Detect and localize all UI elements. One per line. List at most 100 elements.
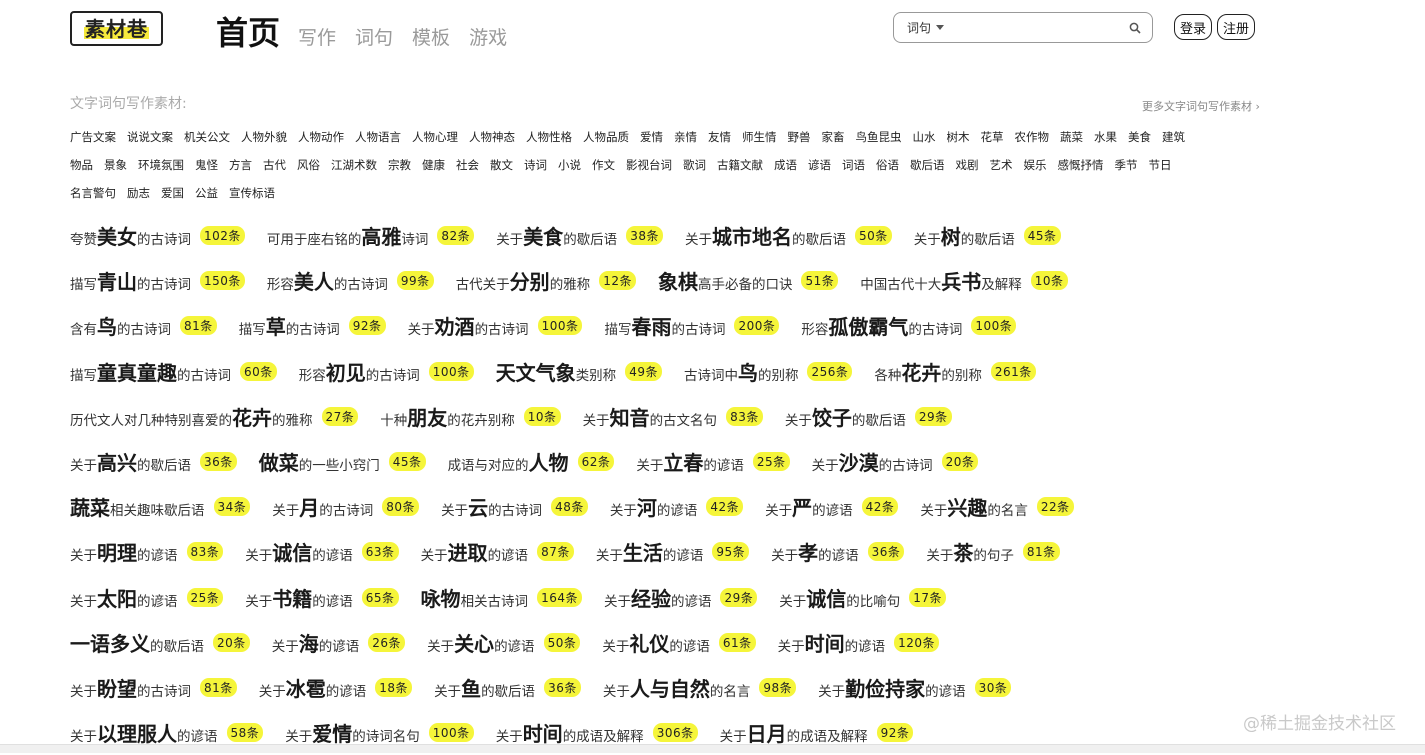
category-tag[interactable]: 节日 [1149, 157, 1172, 173]
category-tag[interactable]: 野兽 [788, 129, 811, 145]
topic-link[interactable]: 古代关于分别的雅称 12条 [456, 266, 636, 295]
topic-link[interactable]: 关于人与自然的名言 98条 [603, 673, 797, 702]
topic-link[interactable]: 描写草的古诗词 92条 [239, 311, 386, 340]
topic-link[interactable]: 关于勤俭持家的谚语 30条 [818, 673, 1012, 702]
topic-link[interactable]: 关于爱情的诗词名句 100条 [285, 718, 474, 747]
category-tag[interactable]: 机关公文 [184, 129, 230, 145]
topic-link[interactable]: 各种花卉的别称 261条 [874, 357, 1036, 386]
category-tag[interactable]: 成语 [774, 157, 797, 173]
category-tag[interactable]: 物品 [70, 157, 93, 173]
category-tag[interactable]: 山水 [913, 129, 936, 145]
topic-link[interactable]: 关于河的谚语 42条 [610, 492, 744, 521]
topic-link[interactable]: 历代文人对几种特别喜爱的花卉的雅称 27条 [70, 402, 359, 431]
topic-link[interactable]: 中国古代十大兵书及解释 10条 [860, 266, 1068, 295]
topic-link[interactable]: 关于礼仪的谚语 61条 [602, 628, 756, 657]
site-logo[interactable]: 素材巷 [70, 11, 163, 46]
category-tag[interactable]: 美食 [1128, 129, 1151, 145]
category-tag[interactable]: 蔬菜 [1060, 129, 1083, 145]
category-tag[interactable]: 环境氛围 [138, 157, 184, 173]
topic-link[interactable]: 关于经验的谚语 29条 [604, 583, 758, 612]
register-button[interactable]: 注册 [1217, 14, 1255, 40]
topic-link[interactable]: 描写青山的古诗词 150条 [70, 266, 245, 295]
category-tag[interactable]: 人物动作 [298, 129, 344, 145]
category-tag[interactable]: 艺术 [990, 157, 1013, 173]
search-input[interactable] [957, 14, 1124, 41]
category-tag[interactable]: 宣传标语 [229, 185, 275, 201]
topic-link[interactable]: 象棋高手必备的口诀 51条 [658, 266, 839, 295]
category-tag[interactable]: 娱乐 [1024, 157, 1047, 173]
topic-link[interactable]: 关于书籍的谚语 65条 [245, 583, 399, 612]
category-tag[interactable]: 词语 [842, 157, 865, 173]
topic-link[interactable]: 关于月的古诗词 80条 [272, 492, 420, 521]
topic-link[interactable]: 关于进取的谚语 87条 [421, 537, 574, 566]
category-tag[interactable]: 作文 [592, 157, 615, 173]
category-tag[interactable]: 鬼怪 [195, 157, 218, 173]
topic-link[interactable]: 形容美人的古诗词 99条 [267, 266, 434, 295]
topic-link[interactable]: 夸赞美女的古诗词 102条 [70, 221, 245, 250]
nav-writing[interactable]: 写作 [298, 23, 336, 50]
category-tag[interactable]: 亲情 [674, 129, 697, 145]
topic-link[interactable]: 关于高兴的歇后语 36条 [70, 447, 237, 476]
topic-link[interactable]: 关于劝酒的古诗词 100条 [408, 311, 583, 340]
category-tag[interactable]: 人物性格 [526, 129, 572, 145]
category-tag[interactable]: 景象 [104, 157, 127, 173]
topic-link[interactable]: 关于严的谚语 42条 [765, 492, 899, 521]
topic-link[interactable]: 关于明理的谚语 83条 [70, 537, 224, 566]
category-tag[interactable]: 名言警句 [70, 185, 116, 201]
topic-link[interactable]: 描写春雨的古诗词 200条 [604, 311, 780, 340]
nav-templates[interactable]: 模板 [412, 23, 450, 50]
topic-link[interactable]: 十种朋友的花卉别称 10条 [380, 402, 561, 431]
topic-link[interactable]: 关于孝的谚语 36条 [771, 537, 905, 566]
topic-link[interactable]: 关于时间的谚语 120条 [778, 628, 940, 657]
topic-link[interactable]: 关于冰雹的谚语 18条 [259, 673, 413, 702]
topic-link[interactable]: 关于日月的成语及解释 92条 [720, 718, 914, 747]
category-tag[interactable]: 爱国 [161, 185, 184, 201]
topic-link[interactable]: 关于生活的谚语 95条 [596, 537, 750, 566]
category-tag[interactable]: 感慨抒情 [1058, 157, 1104, 173]
category-tag[interactable]: 说说文案 [127, 129, 173, 145]
category-tag[interactable]: 小说 [558, 157, 581, 173]
topic-link[interactable]: 古诗词中鸟的别称 256条 [684, 357, 853, 386]
category-tag[interactable]: 影视台词 [626, 157, 672, 173]
category-tag[interactable]: 江湖术数 [331, 157, 377, 173]
category-tag[interactable]: 水果 [1094, 129, 1117, 145]
topic-link[interactable]: 一语多义的歇后语 20条 [70, 628, 250, 657]
topic-link[interactable]: 关于海的谚语 26条 [272, 628, 406, 657]
topic-link[interactable]: 关于时间的成语及解释 306条 [496, 718, 698, 747]
category-tag[interactable]: 人物外貌 [241, 129, 287, 145]
topic-link[interactable]: 关于以理服人的谚语 58条 [70, 718, 264, 747]
category-tag[interactable]: 戏剧 [956, 157, 979, 173]
search-icon[interactable] [1124, 17, 1146, 39]
category-tag[interactable]: 歇后语 [910, 157, 945, 173]
category-tag[interactable]: 广告文案 [70, 129, 116, 145]
category-tag[interactable]: 家畜 [822, 129, 845, 145]
category-tag[interactable]: 公益 [195, 185, 218, 201]
more-materials-link[interactable]: 更多文字词句写作素材 › [1142, 98, 1260, 114]
topic-link[interactable]: 关于茶的句子 81条 [926, 537, 1060, 566]
nav-games[interactable]: 游戏 [469, 23, 507, 50]
topic-link[interactable]: 关于关心的谚语 50条 [427, 628, 581, 657]
category-tag[interactable]: 谚语 [808, 157, 831, 173]
category-tag[interactable]: 散文 [490, 157, 513, 173]
topic-link[interactable]: 关于诚信的比喻句 17条 [779, 583, 947, 612]
category-tag[interactable]: 鸟鱼昆虫 [856, 129, 902, 145]
topic-link[interactable]: 关于立春的谚语 25条 [636, 447, 790, 476]
category-tag[interactable]: 人物神态 [469, 129, 515, 145]
topic-link[interactable]: 形容孤傲霸气的古诗词 100条 [801, 311, 1017, 340]
category-tag[interactable]: 人物语言 [355, 129, 401, 145]
category-tag[interactable]: 诗词 [524, 157, 547, 173]
category-tag[interactable]: 宗教 [388, 157, 411, 173]
category-tag[interactable]: 励志 [127, 185, 150, 201]
category-tag[interactable]: 方言 [229, 157, 252, 173]
topic-link[interactable]: 成语与对应的人物 62条 [448, 447, 615, 476]
topic-link[interactable]: 关于树的歇后语 45条 [914, 221, 1061, 250]
topic-link[interactable]: 关于城市地名的歇后语 50条 [685, 221, 892, 250]
topic-link[interactable]: 含有鸟的古诗词 81条 [70, 311, 217, 340]
topic-link[interactable]: 咏物相关古诗词 164条 [421, 583, 582, 612]
topic-link[interactable]: 蔬菜相关趣味歇后语 34条 [70, 492, 251, 521]
topic-link[interactable]: 关于盼望的古诗词 81条 [70, 673, 237, 702]
category-tag[interactable]: 农作物 [1015, 129, 1050, 145]
category-tag[interactable]: 友情 [708, 129, 731, 145]
search-scope-dropdown[interactable]: 词句 [907, 19, 957, 36]
topic-link[interactable]: 关于饺子的歇后语 29条 [785, 402, 952, 431]
